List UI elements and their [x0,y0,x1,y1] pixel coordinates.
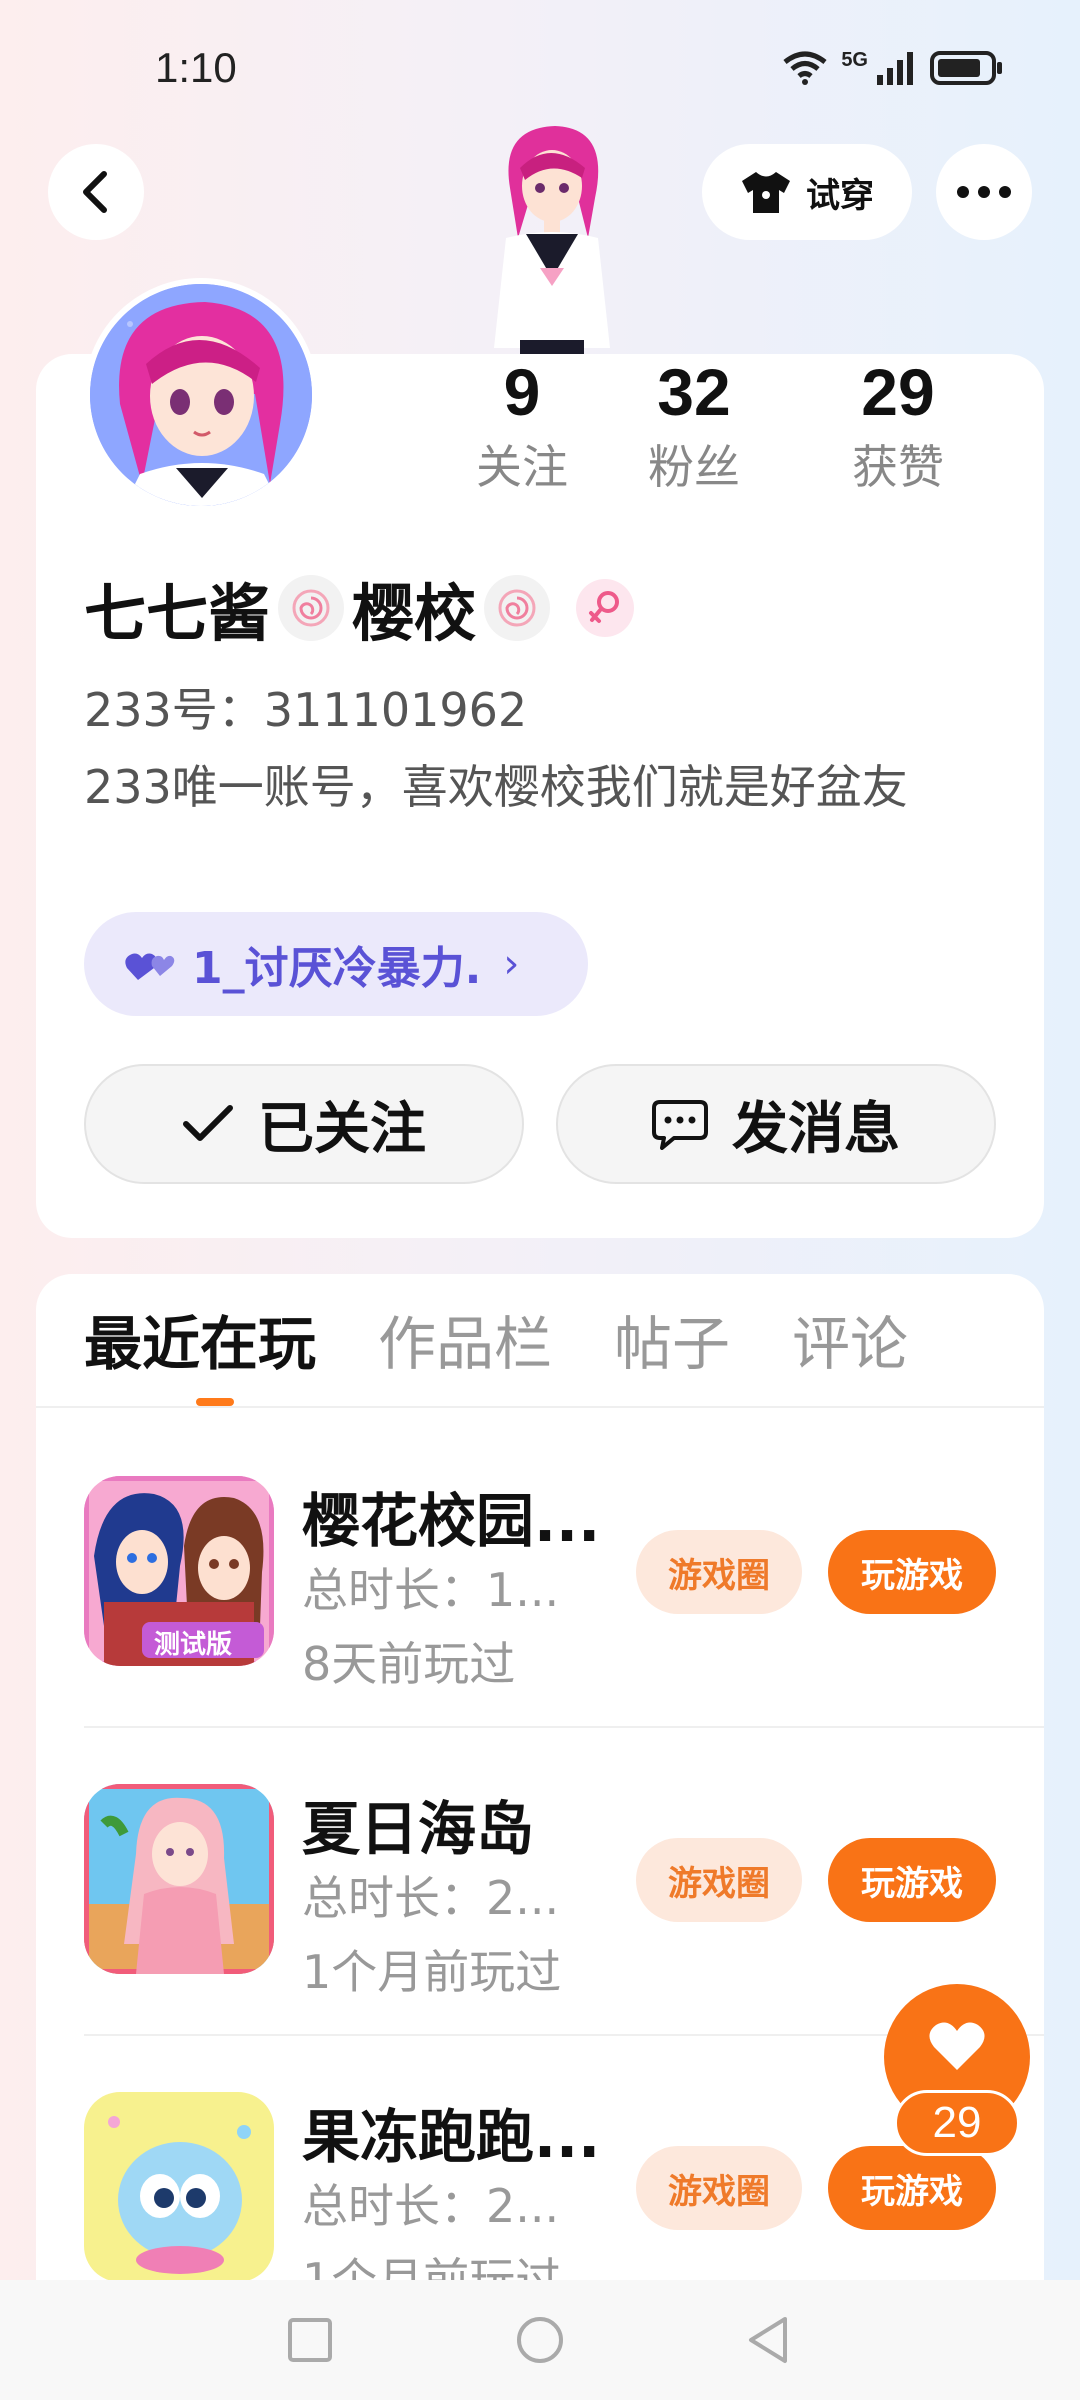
chevron-left-icon [83,171,107,213]
chat-bubble-icon [652,1100,708,1150]
female-icon [576,579,635,637]
play-game-button[interactable]: 玩游戏 [828,1838,996,1922]
tab-posts[interactable]: 帖子 [614,1300,730,1400]
game-last-played: 1个月前玩过 [302,1945,562,1999]
user-id: 233号：311101962 [84,683,528,737]
tab-recently-played[interactable]: 最近在玩 [84,1300,316,1400]
game-name: 果冻跑跑... [302,2103,601,2171]
avatar-image [90,284,312,506]
game-duration: 总时长：2... [302,1871,560,1925]
stat-followers[interactable]: 32 粉丝 [592,352,796,512]
game-name: 樱花校园... [302,1487,601,1555]
wifi-icon [783,51,827,85]
stat-value: 9 [503,355,541,429]
avatar-3d-figure[interactable] [470,118,630,356]
system-nav-bar [0,2280,1080,2400]
stat-label: 获赞 [852,440,944,494]
stat-label: 粉丝 [648,440,740,494]
summer-island-icon [84,1784,274,1974]
profile-tabs: 最近在玩 作品栏 帖子 评论 [84,1300,970,1400]
recent-apps-button[interactable] [278,2308,342,2372]
back-button[interactable] [48,144,144,240]
circle-icon [517,2317,563,2363]
back-nav-button[interactable] [736,2308,800,2372]
username-part1: 七七酱 [84,577,271,650]
test-version-badge: 测试版 [154,1630,233,1660]
battery-icon [930,51,1002,85]
try-on-label: 试穿 [806,175,874,216]
more-options-button[interactable] [936,144,1032,240]
row-divider [84,1726,1044,1728]
stat-following[interactable]: 9 关注 [452,352,592,512]
tab-comments[interactable]: 评论 [792,1300,908,1400]
relationship-tag[interactable]: 1_讨厌冷暴力. › [84,912,588,1016]
status-icons: 5G [783,48,1004,86]
tshirt-icon [742,172,790,213]
game-circle-button[interactable]: 游戏圈 [636,1530,802,1614]
relationship-tag-label: 1_讨厌冷暴力. [192,943,482,994]
game-name: 夏日海岛 [302,1795,535,1863]
spiral-badge-icon [278,575,345,641]
chevron-right-icon: › [503,941,520,987]
jelly-run-icon [84,2092,274,2282]
spiral-badge-icon [484,575,551,641]
more-dots-icon [957,186,1011,198]
game-circle-button[interactable]: 游戏圈 [636,1838,802,1922]
game-last-played: 8天前玩过 [302,1637,516,1691]
play-game-button[interactable]: 玩游戏 [828,1530,996,1614]
avatar[interactable] [84,278,318,512]
stat-value: 29 [861,355,935,429]
followed-label: 已关注 [258,1096,426,1162]
game-circle-button[interactable]: 游戏圈 [636,2146,802,2230]
list-item[interactable]: 测试版 樱花校园... 总时长：1... 8天前玩过 游戏圈 玩游戏 [84,1476,1044,1784]
double-heart-icon [125,953,175,980]
tab-works[interactable]: 作品栏 [378,1300,552,1400]
tab-divider [36,1406,1044,1408]
play-game-button[interactable]: 玩游戏 [828,2146,996,2230]
signal-icon [877,52,913,85]
user-bio: 233唯一账号，喜欢樱校我们就是好盆友 [84,760,908,814]
stat-likes[interactable]: 29 获赞 [796,352,1000,512]
followed-button[interactable]: 已关注 [84,1064,524,1184]
send-message-button[interactable]: 发消息 [556,1064,996,1184]
network-type: 5G [841,48,868,71]
triangle-back-icon [749,2317,787,2363]
username-row: 七七酱 樱校 [84,566,635,650]
username-part2: 樱校 [352,577,477,650]
sakura-school-icon: 测试版 [84,1476,274,1666]
home-button[interactable] [508,2308,572,2372]
like-count: 29 [894,2090,1020,2156]
profile-stats: 9 关注 32 粉丝 29 获赞 [452,352,1008,512]
check-icon [183,1105,233,1141]
game-duration: 总时长：1... [302,1563,560,1617]
active-tab-indicator [196,1398,234,1406]
square-icon [288,2318,332,2362]
game-duration: 总时长：2... [302,2179,560,2233]
try-on-button[interactable]: 试穿 [702,144,912,240]
status-time: 1:10 [155,44,237,91]
stat-value: 32 [657,355,731,429]
heart-icon [929,2022,985,2070]
stat-label: 关注 [476,440,568,494]
send-message-label: 发消息 [732,1096,900,1162]
